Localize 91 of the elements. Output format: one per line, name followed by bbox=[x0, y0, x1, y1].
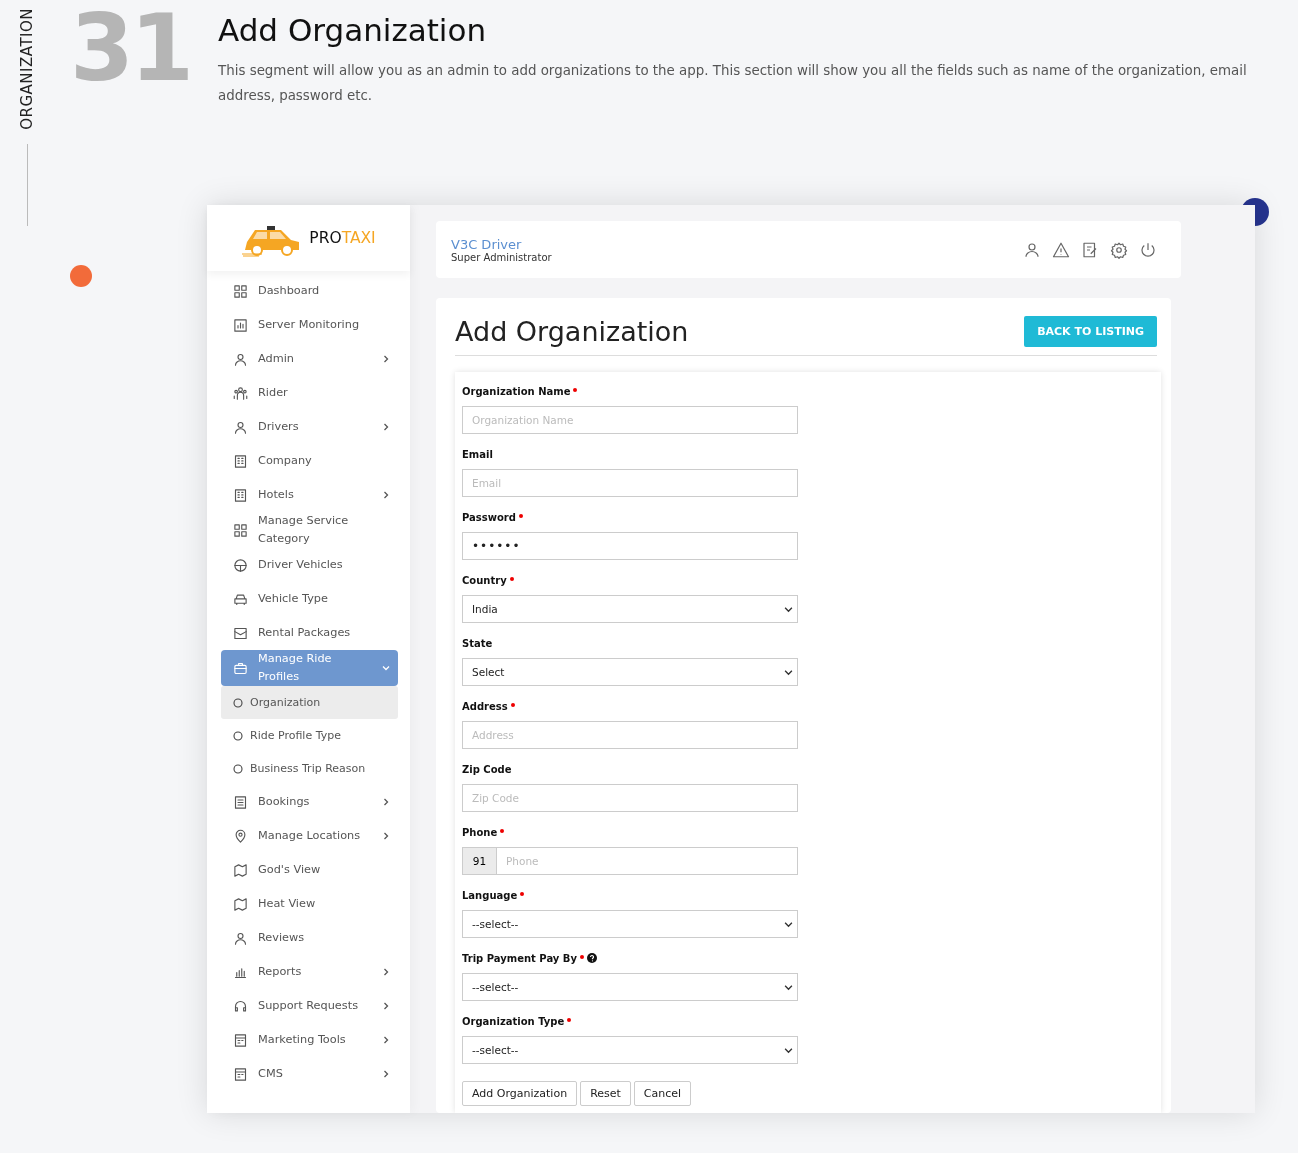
car-icon bbox=[233, 591, 248, 607]
edit-icon[interactable] bbox=[1081, 240, 1099, 259]
people-icon bbox=[233, 385, 248, 401]
country-code: 91 bbox=[462, 847, 496, 875]
field-label: Phone bbox=[462, 827, 498, 838]
select-field[interactable]: --select-- bbox=[462, 1036, 798, 1064]
text-field[interactable]: Zip Code bbox=[462, 784, 798, 812]
briefcase-icon bbox=[233, 660, 248, 676]
sidebar-item[interactable]: Support Requests bbox=[221, 989, 398, 1023]
sidebar-item[interactable]: Rental Packages bbox=[221, 616, 398, 650]
document-icon bbox=[233, 1032, 248, 1048]
chart-icon bbox=[233, 317, 248, 333]
field-label: Password bbox=[462, 512, 516, 523]
person-icon bbox=[233, 419, 248, 435]
select-field[interactable]: India bbox=[462, 595, 798, 623]
decoration-dot bbox=[70, 265, 92, 287]
password-field[interactable]: •••••• bbox=[462, 532, 798, 560]
page-title: Add Organization bbox=[455, 316, 689, 347]
warning-icon[interactable] bbox=[1052, 240, 1070, 259]
caret-icon bbox=[784, 919, 793, 929]
location-pin-icon bbox=[233, 828, 248, 844]
submenu-item[interactable]: Ride Profile Type bbox=[221, 719, 398, 752]
field-label: Language bbox=[462, 890, 518, 901]
submenu-item[interactable]: Organization bbox=[221, 686, 398, 719]
power-icon[interactable] bbox=[1139, 240, 1157, 259]
section-label: ORGANIZATION bbox=[18, 8, 36, 130]
document-icon bbox=[233, 1066, 248, 1082]
sidebar-item[interactable]: Server Monitoring bbox=[221, 308, 398, 342]
form-button[interactable]: Add Organization bbox=[462, 1081, 578, 1106]
text-field[interactable]: Organization Name bbox=[462, 406, 798, 434]
field-label: Organization Name bbox=[462, 386, 571, 397]
box-icon bbox=[233, 625, 248, 641]
headset-icon bbox=[233, 998, 248, 1014]
section-title: Add Organization bbox=[218, 12, 488, 48]
user-role: Super Administrator bbox=[451, 251, 553, 263]
settings-icon[interactable] bbox=[1110, 240, 1128, 259]
field-label: Organization Type bbox=[462, 1016, 565, 1027]
grid-icon bbox=[233, 283, 248, 299]
select-field[interactable]: --select-- bbox=[462, 910, 798, 938]
field-label: Email bbox=[462, 449, 493, 460]
sidebar-item[interactable]: Heat View bbox=[221, 887, 398, 921]
field-label: State bbox=[462, 638, 493, 649]
field-label: Address bbox=[462, 701, 508, 712]
person-icon bbox=[233, 351, 248, 367]
select-field[interactable]: --select-- bbox=[462, 973, 798, 1001]
caret-icon bbox=[784, 982, 793, 992]
sidebar-item[interactable]: Manage Locations bbox=[221, 819, 398, 853]
list-icon bbox=[233, 794, 248, 810]
building-icon bbox=[233, 453, 248, 469]
grid-icon bbox=[233, 522, 248, 538]
sidebar-item[interactable]: God's View bbox=[221, 853, 398, 887]
submenu-item[interactable]: Business Trip Reason bbox=[221, 752, 398, 785]
circle-icon bbox=[233, 730, 243, 741]
text-field[interactable]: Address bbox=[462, 721, 798, 749]
field-label: Country bbox=[462, 575, 507, 586]
sidebar-item[interactable]: Drivers bbox=[221, 410, 398, 444]
sidebar-item[interactable]: CMS bbox=[221, 1057, 398, 1091]
sidebar-item[interactable]: Driver Vehicles bbox=[221, 548, 398, 582]
user-icon[interactable] bbox=[1023, 240, 1041, 259]
caret-icon bbox=[784, 604, 793, 614]
steering-wheel-icon bbox=[233, 557, 248, 573]
section-number: 31 bbox=[70, 8, 191, 104]
sidebar-item[interactable]: Reports bbox=[221, 955, 398, 989]
map-icon bbox=[233, 896, 248, 912]
section-description: This segment will allow you as an admin to add organizations to the app. This section will show you all the fields such as name of the organization, email address, password etc. bbox=[218, 62, 1248, 105]
text-field[interactable]: Email bbox=[462, 469, 798, 497]
map-icon bbox=[233, 862, 248, 878]
select-field[interactable]: Select bbox=[462, 658, 798, 686]
brand-name: PROTAXI bbox=[309, 229, 376, 247]
phone-field[interactable]: Phone bbox=[496, 847, 798, 875]
sidebar-item[interactable]: Bookings bbox=[221, 785, 398, 819]
field-label: Trip Payment Pay By bbox=[462, 953, 577, 964]
circle-icon bbox=[233, 763, 243, 774]
sidebar-item[interactable]: Vehicle Type bbox=[221, 582, 398, 616]
sidebar-item[interactable]: Company bbox=[221, 444, 398, 478]
circle-icon bbox=[233, 697, 243, 708]
form-button[interactable]: Cancel bbox=[633, 1081, 692, 1106]
sidebar-item[interactable]: Reviews bbox=[221, 921, 398, 955]
sidebar-item[interactable]: Dashboard bbox=[221, 274, 398, 308]
form-button[interactable]: Reset bbox=[580, 1081, 631, 1106]
sidebar-item[interactable]: Admin bbox=[221, 342, 398, 376]
user-name: V3C Driver bbox=[451, 236, 523, 252]
sidebar-item[interactable]: Hotels bbox=[221, 478, 398, 512]
sidebar-item[interactable]: Rider bbox=[221, 376, 398, 410]
sidebar-item[interactable]: Manage Service Category bbox=[221, 512, 398, 548]
field-label: Zip Code bbox=[462, 764, 512, 775]
sidebar-item[interactable]: Marketing Tools bbox=[221, 1023, 398, 1057]
caret-icon bbox=[784, 667, 793, 677]
building-icon bbox=[233, 487, 248, 503]
person-icon bbox=[233, 930, 248, 946]
caret-icon bbox=[784, 1045, 793, 1055]
